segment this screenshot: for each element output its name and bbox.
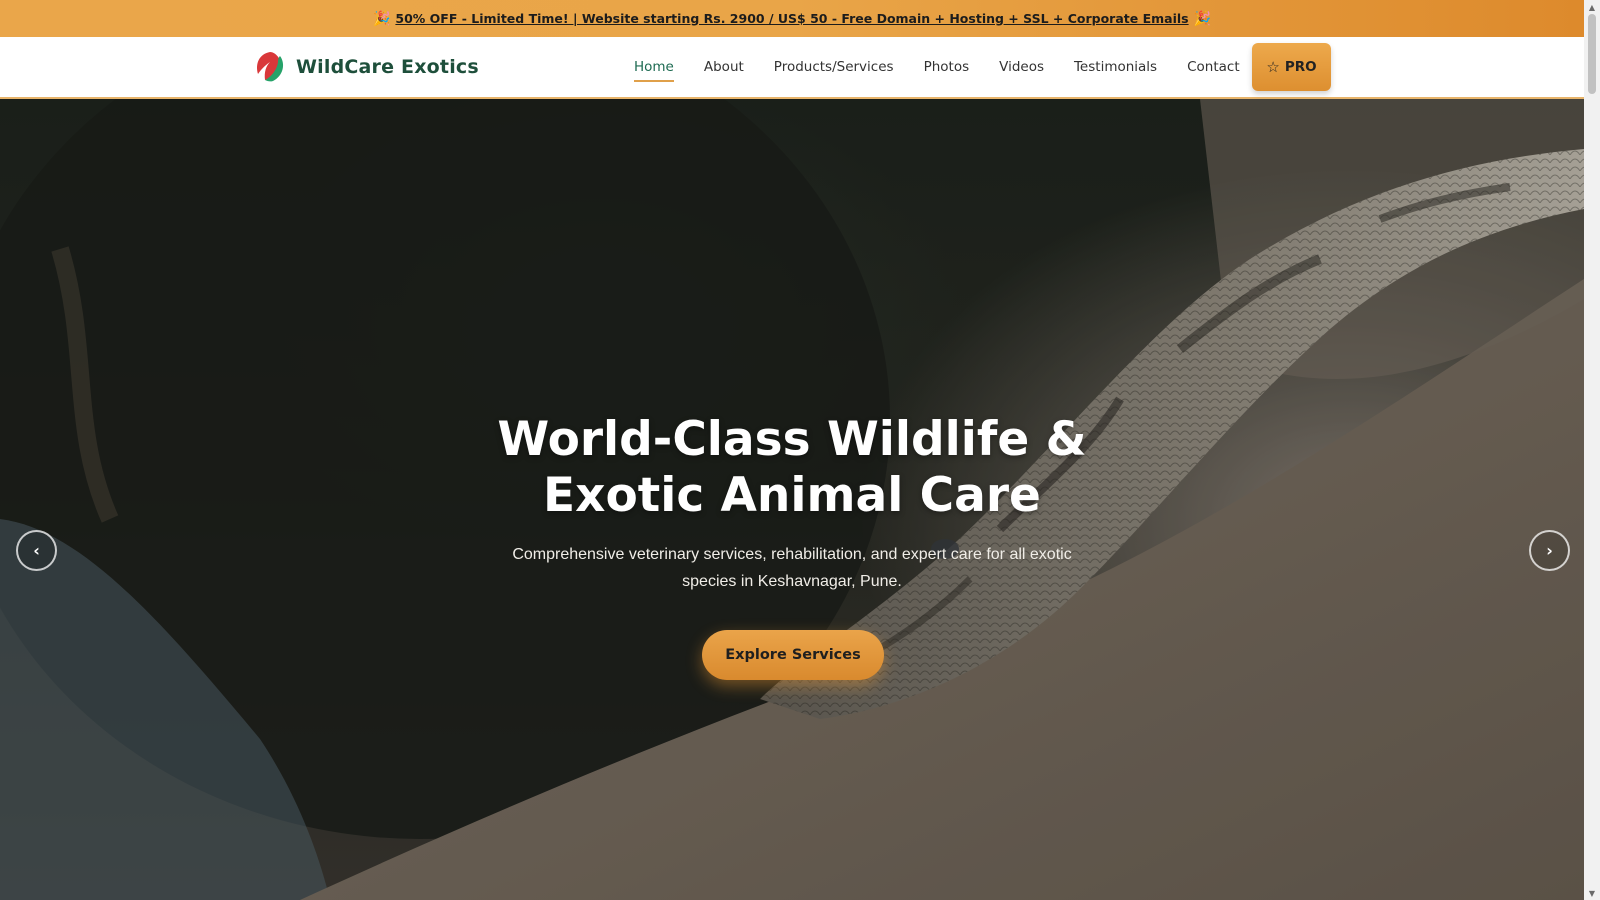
explore-services-button[interactable]: Explore Services [702, 630, 884, 680]
hero-slider: World-Class Wildlife & Exotic Animal Car… [0, 99, 1584, 900]
pro-label: PRO [1284, 59, 1317, 75]
page-scrollbar[interactable]: ▲ ▼ [1584, 0, 1600, 900]
scroll-down-icon[interactable]: ▼ [1584, 886, 1600, 900]
nav-testimonials[interactable]: Testimonials [1074, 53, 1157, 81]
brand-name: WildCare Exotics [296, 56, 479, 78]
slider-prev-button[interactable]: ‹ [16, 530, 57, 571]
nav-contact[interactable]: Contact [1187, 53, 1240, 81]
chevron-right-icon: › [1546, 541, 1553, 560]
promo-banner: 🎉 50% OFF - Limited Time! | Website star… [0, 0, 1584, 37]
nav-videos[interactable]: Videos [999, 53, 1044, 81]
hero-subtitle-line-2: species in Keshavnagar, Pune. [682, 573, 902, 590]
hero-title-line-1: World-Class Wildlife & [497, 412, 1087, 467]
chevron-left-icon: ‹ [33, 541, 40, 560]
hero-subtitle-line-1: Comprehensive veterinary services, rehab… [512, 546, 1072, 563]
nav-home[interactable]: Home [634, 53, 674, 82]
scrollbar-thumb[interactable] [1588, 14, 1596, 94]
nav-about[interactable]: About [704, 53, 744, 81]
leaf-logo-icon [254, 51, 286, 83]
party-icon: 🎉 [372, 10, 391, 27]
promo-link[interactable]: 50% OFF - Limited Time! | Website starti… [395, 11, 1188, 26]
hero-subtitle: Comprehensive veterinary services, rehab… [490, 541, 1094, 595]
party-icon: 🎉 [1193, 10, 1212, 27]
pro-button[interactable]: ☆ PRO [1252, 43, 1331, 91]
nav-products-services[interactable]: Products/Services [774, 53, 894, 81]
hero-title-line-2: Exotic Animal Care [543, 468, 1041, 523]
site-header: WildCare Exotics Home About Products/Ser… [0, 37, 1584, 99]
brand-logo[interactable]: WildCare Exotics [253, 50, 479, 84]
star-icon: ☆ [1266, 57, 1280, 76]
scroll-up-icon[interactable]: ▲ [1584, 0, 1600, 14]
slider-next-button[interactable]: › [1529, 530, 1570, 571]
main-nav: Home About Products/Services Photos Vide… [634, 37, 1270, 97]
nav-photos[interactable]: Photos [924, 53, 970, 81]
hero-title: World-Class Wildlife & Exotic Animal Car… [0, 412, 1584, 524]
